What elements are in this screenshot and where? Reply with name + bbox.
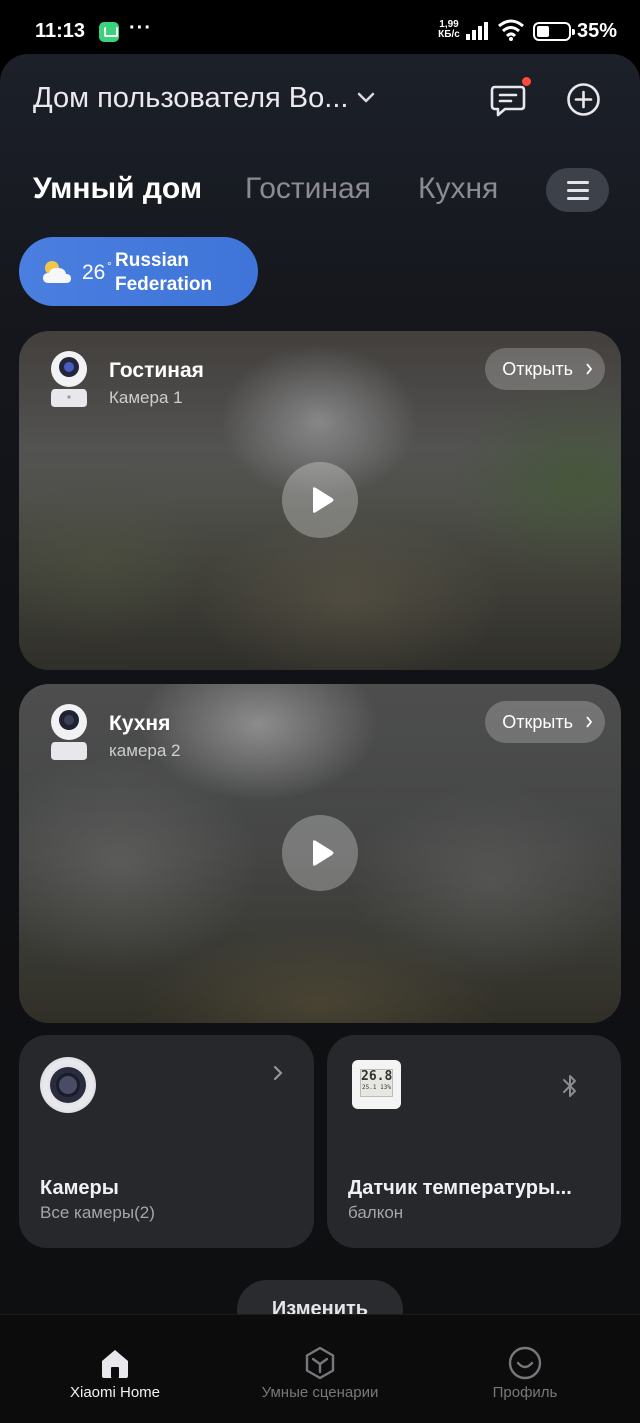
camera-card-living-room[interactable]: Гостиная Камера 1 Открыть xyxy=(19,331,621,670)
weather-location: Russian Federation xyxy=(115,250,213,295)
weather-widget[interactable]: 26 ° Russian Federation xyxy=(19,237,258,306)
sensor-screen-small: 25.1 13% xyxy=(362,1084,391,1091)
chevron-down-icon[interactable] xyxy=(357,92,375,104)
weather-temperature: 26 xyxy=(82,261,106,284)
chevron-right-icon xyxy=(586,363,593,375)
cameras-tile[interactable]: Камеры Все камеры(2) xyxy=(19,1035,314,1248)
signal-icon xyxy=(466,22,488,40)
tab-smart-home[interactable]: Умный дом xyxy=(33,172,202,206)
bottom-navigation: Xiaomi Home Умные сценарии Профиль xyxy=(0,1314,640,1423)
battery-icon xyxy=(533,22,575,41)
nav-label: Xiaomi Home xyxy=(69,1384,161,1401)
home-selector[interactable]: Дом пользователя Во... xyxy=(33,82,348,115)
mi-home-app-icon xyxy=(99,22,119,42)
open-button-label: Открыть xyxy=(502,712,573,732)
nav-profile[interactable]: Профиль xyxy=(425,1315,625,1415)
home-icon xyxy=(102,1350,128,1378)
sensor-screen: 26.8 25.1 13% xyxy=(360,1069,393,1097)
degree-sign: ° xyxy=(107,259,112,273)
camera-lens-icon xyxy=(40,1057,96,1113)
tab-living-room[interactable]: Гостиная xyxy=(245,172,371,206)
camera-room-name: Кухня xyxy=(109,712,171,735)
tile-subtitle: Все камеры(2) xyxy=(40,1203,155,1222)
chevron-right-icon xyxy=(586,716,593,728)
status-time: 11:13 xyxy=(35,20,86,42)
camera-device-icon xyxy=(51,704,87,760)
open-camera-button[interactable]: Открыть xyxy=(485,701,605,743)
rooms-menu-button[interactable] xyxy=(546,168,609,212)
temperature-sensor-tile[interactable]: 26.8 25.1 13% Датчик температуры... балк… xyxy=(327,1035,621,1248)
play-button[interactable] xyxy=(282,815,358,891)
sensor-screen-main: 26.8 xyxy=(361,1069,393,1084)
camera-card-kitchen[interactable]: Кухня камера 2 Открыть xyxy=(19,684,621,1023)
messages-icon[interactable] xyxy=(489,82,527,118)
status-bar: 11:13 ··· 1,99 КБ/с 35% xyxy=(0,0,640,58)
more-notifications-icon: ··· xyxy=(129,17,152,39)
camera-name: Камера 1 xyxy=(109,388,183,407)
network-speed: 1,99 КБ/с xyxy=(436,20,462,40)
play-button[interactable] xyxy=(282,462,358,538)
camera-device-icon xyxy=(51,351,87,407)
wifi-icon xyxy=(498,19,524,41)
notification-dot xyxy=(522,77,531,86)
camera-name: камера 2 xyxy=(109,741,181,760)
tab-kitchen[interactable]: Кухня xyxy=(418,172,498,206)
battery-percent: 35% xyxy=(577,20,618,42)
tile-title: Датчик температуры... xyxy=(348,1177,572,1199)
room-tabs: Умный дом Гостиная Кухня xyxy=(0,168,640,216)
network-speed-unit: КБ/с xyxy=(438,29,460,40)
nav-smart-scenes[interactable]: Умные сценарии xyxy=(220,1315,420,1415)
bluetooth-icon xyxy=(563,1075,576,1097)
nav-xiaomi-home[interactable]: Xiaomi Home xyxy=(15,1315,215,1415)
open-camera-button[interactable]: Открыть xyxy=(485,348,605,390)
tile-subtitle: балкон xyxy=(348,1203,404,1222)
add-device-icon[interactable] xyxy=(566,82,601,117)
play-icon xyxy=(313,487,334,513)
thermometer-device-icon: 26.8 25.1 13% xyxy=(352,1060,401,1109)
partly-cloudy-icon xyxy=(43,261,71,283)
profile-icon xyxy=(508,1346,542,1380)
scenes-icon xyxy=(305,1346,335,1380)
nav-label: Умные сценарии xyxy=(261,1384,379,1401)
open-button-label: Открыть xyxy=(502,359,573,379)
chevron-right-icon xyxy=(274,1066,283,1080)
nav-label: Профиль xyxy=(492,1384,558,1401)
play-icon xyxy=(313,840,334,866)
camera-room-name: Гостиная xyxy=(109,359,204,382)
tile-title: Камеры xyxy=(40,1177,119,1199)
